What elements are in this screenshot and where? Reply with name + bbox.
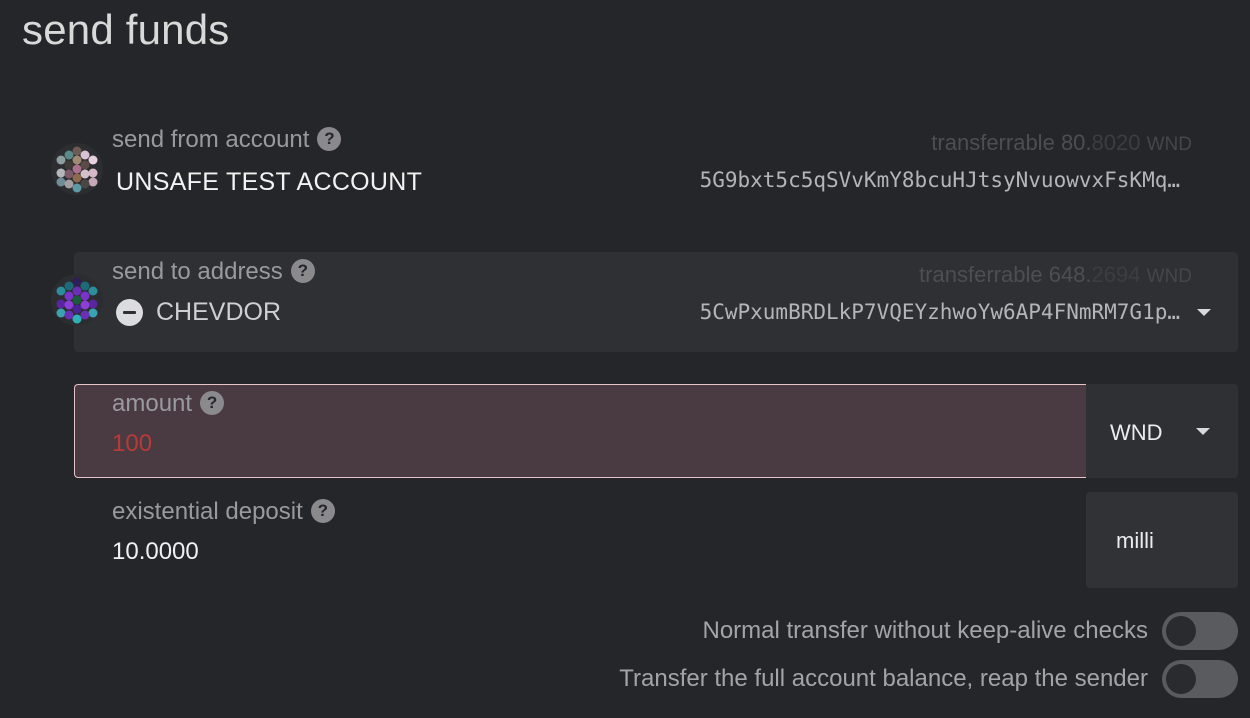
unit-select[interactable]: WND	[1086, 384, 1238, 478]
from-balance: transferrable 80.8020 WND	[931, 130, 1192, 156]
from-account-name[interactable]: UNSAFE TEST ACCOUNT	[116, 168, 422, 197]
reap-sender-toggle[interactable]	[1162, 660, 1238, 698]
to-address: 5CwPxumBRDLkP7VQEYzhwoYw6AP4FNmRM7G1p…	[699, 300, 1180, 324]
minus-circle-icon[interactable]	[116, 299, 143, 326]
balance-int: 80.	[1060, 130, 1092, 155]
keep-alive-toggle-row: Normal transfer without keep-alive check…	[702, 612, 1238, 650]
from-account-identicon	[51, 143, 103, 195]
help-icon[interactable]: ?	[310, 498, 335, 523]
toggle-knob	[1166, 616, 1196, 646]
toggle-knob	[1166, 664, 1196, 694]
existential-deposit-label: existential deposit?	[112, 498, 335, 526]
amount-input[interactable]	[74, 384, 1086, 478]
keep-alive-toggle-label: Normal transfer without keep-alive check…	[702, 617, 1148, 644]
send-from-section: send from account? UNSAFE TEST ACCOUNT t…	[0, 120, 1250, 220]
amount-label-text: amount	[112, 390, 193, 417]
unit-dropdown-menu: milli	[1086, 492, 1238, 588]
balance-frac: 8020	[1091, 130, 1141, 155]
help-icon[interactable]: ?	[317, 126, 342, 151]
balance-int: 648.	[1048, 262, 1092, 287]
to-account-name[interactable]: CHEVDOR	[116, 298, 281, 327]
send-funds-modal: send funds send from account? UNSAFE TES…	[0, 0, 1250, 718]
chevron-down-icon[interactable]	[1197, 309, 1211, 316]
send-from-label: send from account?	[112, 126, 342, 154]
balance-label: transferrable	[919, 262, 1043, 287]
to-account-name-text: CHEVDOR	[156, 298, 282, 326]
send-to-label: send to address?	[112, 258, 315, 286]
unit-option-milli[interactable]: milli	[1116, 528, 1154, 554]
page-title: send funds	[22, 6, 230, 53]
reap-sender-toggle-row: Transfer the full account balance, reap …	[619, 660, 1238, 698]
balance-unit: WND	[1146, 134, 1192, 155]
to-account-identicon	[51, 274, 103, 326]
send-to-label-text: send to address	[112, 258, 283, 285]
existential-deposit-label-text: existential deposit	[112, 498, 303, 525]
balance-label: transferrable	[931, 130, 1055, 155]
to-balance: transferrable 648.2694 WND	[919, 262, 1192, 288]
keep-alive-toggle[interactable]	[1162, 612, 1238, 650]
reap-sender-toggle-label: Transfer the full account balance, reap …	[619, 665, 1148, 692]
send-from-label-text: send from account	[112, 126, 310, 153]
help-icon[interactable]: ?	[290, 258, 315, 283]
balance-frac: 2694	[1091, 262, 1141, 287]
chevron-down-icon[interactable]	[1196, 428, 1210, 435]
balance-unit: WND	[1146, 266, 1192, 287]
from-address: 5G9bxt5c5qSVvKmY8bcuHJtsyNvuowvxFsKMq…	[699, 168, 1180, 192]
amount-value[interactable]: 100	[112, 430, 152, 458]
unit-select-value: WND	[1110, 420, 1163, 445]
amount-label: amount?	[112, 390, 225, 418]
help-icon[interactable]: ?	[200, 390, 225, 415]
existential-deposit-value: 10.0000	[112, 538, 199, 565]
